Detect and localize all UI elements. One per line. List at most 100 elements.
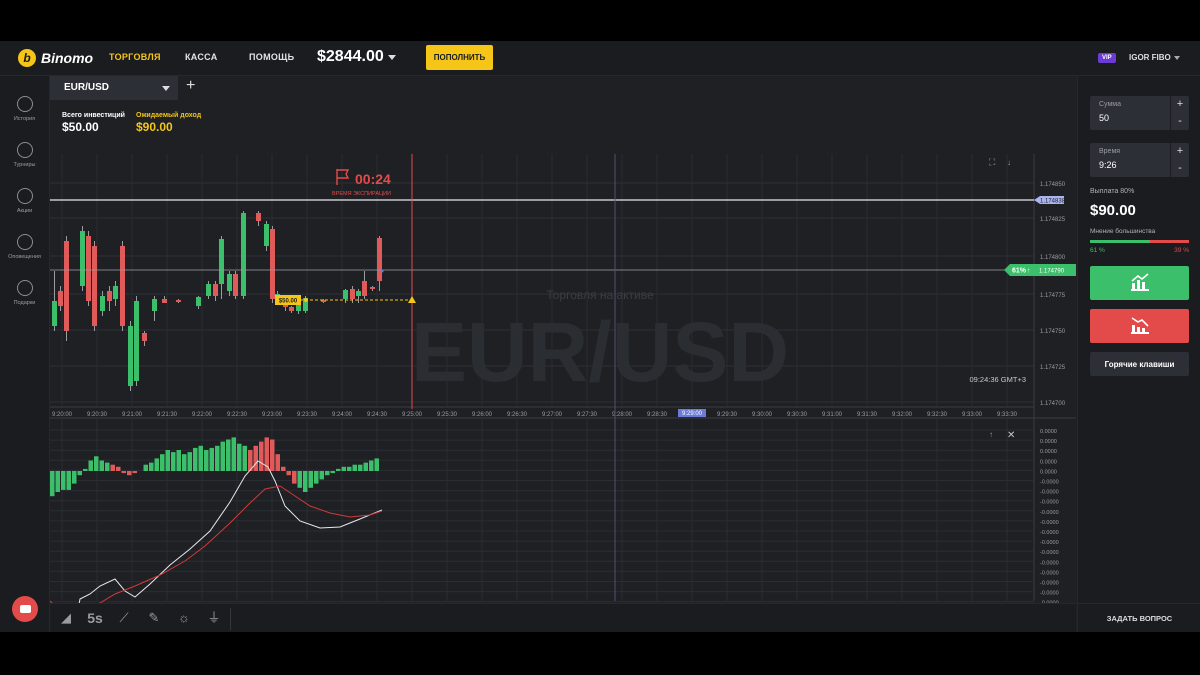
- time-axis-label: 9:30:00: [752, 412, 773, 418]
- time-value[interactable]: 9:26: [1099, 160, 1117, 170]
- indicator-axis-label: -0.0000: [1040, 530, 1059, 536]
- candle-body: [92, 246, 97, 326]
- chart-type-icon[interactable]: ◢: [58, 610, 74, 626]
- time-axis-label: 9:26:00: [472, 412, 493, 418]
- histogram-bar: [88, 460, 93, 471]
- minus-icon[interactable]: -: [1171, 113, 1189, 130]
- plus-icon[interactable]: +: [1171, 96, 1189, 113]
- histogram-bar: [72, 471, 77, 484]
- histogram-bar: [231, 437, 236, 471]
- histogram-bar: [154, 458, 159, 471]
- price-axis-label: 1.174700: [1040, 401, 1066, 407]
- candle-body: [128, 326, 133, 386]
- histogram-bar: [127, 471, 132, 476]
- price-axis-label: 1.174838: [1040, 199, 1066, 205]
- candle-body: [256, 213, 261, 221]
- candle-body: [113, 286, 118, 299]
- time-axis-label: 9:21:30: [157, 412, 178, 418]
- time-axis-label: 9:31:30: [857, 412, 878, 418]
- chart-overlays: Торговля на активе EUR/USD 1.174838 00:24 ВР…: [50, 154, 1076, 601]
- plus-icon[interactable]: +: [1171, 143, 1189, 160]
- time-axis-label: 9:28:30: [647, 412, 668, 418]
- amount-stepper: + -: [1170, 96, 1189, 130]
- chart-up-icon: [1130, 273, 1149, 291]
- candle-body: [120, 246, 125, 326]
- candle-body: [219, 239, 224, 284]
- price-axis-label: 1.174775: [1040, 293, 1066, 299]
- ask-question-button[interactable]: ЗАДАТЬ ВОПРОС: [1077, 603, 1200, 632]
- indicator-axis-label: -0.0000: [1040, 560, 1059, 566]
- opinion-label: Мнение большинства: [1090, 228, 1156, 235]
- candle-body: [343, 290, 348, 299]
- amount-value[interactable]: 50: [1099, 113, 1109, 123]
- vip-badge: VIP: [1098, 53, 1116, 63]
- histogram-bar: [110, 464, 115, 471]
- time-stepper: + -: [1170, 143, 1189, 177]
- candle-body: [162, 299, 167, 303]
- candle-body: [350, 289, 355, 299]
- histogram-bar: [198, 445, 203, 471]
- histogram-bar: [325, 471, 330, 476]
- opinion-down-pct: 39 %: [1174, 247, 1189, 254]
- indicator-axis-label: -0.0000: [1040, 520, 1059, 526]
- indicator-axis-label: -0.0000: [1040, 510, 1059, 516]
- time-axis-label: 9:27:00: [542, 412, 563, 418]
- timeframe-button[interactable]: 5s: [84, 610, 106, 626]
- histogram-bar: [55, 471, 60, 492]
- opinion-bar: [1090, 240, 1189, 243]
- time-axis-label: 9:25:30: [437, 412, 458, 418]
- histogram-bar: [204, 450, 209, 471]
- candle-body: [64, 241, 69, 331]
- amount-field[interactable]: Сумма 50 + -: [1090, 96, 1189, 130]
- histogram-bar: [165, 450, 170, 471]
- candle-body: [107, 291, 112, 301]
- indicators-icon[interactable]: ⟋: [116, 610, 132, 626]
- time-axis-label: 9:20:00: [52, 412, 73, 418]
- buy-up-button[interactable]: [1090, 266, 1189, 300]
- minus-icon[interactable]: -: [1171, 160, 1189, 177]
- theme-icon[interactable]: ☼: [176, 610, 192, 626]
- bet-arrow-icon: [408, 296, 416, 303]
- arrow-up-icon: ↑: [989, 430, 993, 439]
- histogram-bar: [61, 471, 66, 490]
- price-axis-label: 1.174800: [1040, 255, 1066, 261]
- histogram-bar: [286, 471, 291, 476]
- drawings-icon[interactable]: ✎: [146, 610, 162, 626]
- candle-body: [227, 274, 232, 291]
- candle-body: [206, 284, 211, 296]
- indicator-axis-label: -0.0000: [1040, 490, 1059, 496]
- candle-body: [289, 307, 294, 311]
- histogram-bar: [193, 447, 198, 471]
- hotkeys-button[interactable]: Горячие клавиши: [1090, 352, 1189, 376]
- sell-down-button[interactable]: [1090, 309, 1189, 343]
- indicator-axis-label: 0.0000: [1040, 449, 1057, 455]
- indicator-axis-label: 0.0000: [1040, 439, 1057, 445]
- histogram-bar: [374, 458, 379, 471]
- opinion-bar-up: [1090, 240, 1151, 243]
- expiry-timer: 00:24: [355, 171, 391, 187]
- histogram-bar: [187, 452, 192, 471]
- candle-body: [377, 238, 382, 281]
- histogram-bar: [330, 471, 335, 474]
- chart-down-icon: [1130, 317, 1149, 334]
- histogram-bar: [132, 471, 137, 474]
- indicator-axis-label: -0.0000: [1040, 550, 1059, 556]
- opinion-up-pct: 61 %: [1090, 247, 1105, 254]
- histogram-bar: [341, 466, 346, 471]
- plugins-icon[interactable]: ⏚: [206, 610, 222, 626]
- bet-entry-point: [304, 298, 308, 302]
- histogram-bar: [297, 471, 302, 488]
- indicator-axis-label: 0.0000: [1040, 469, 1057, 475]
- live-price-arrow: ↑: [1027, 268, 1031, 275]
- price-chart[interactable]: 1.174850 1.174825 1.174800 1.174775 1.174750…: [0, 41, 1076, 603]
- price-axis-label: 1.174725: [1040, 365, 1066, 371]
- price-axis-label: 1.174750: [1040, 329, 1066, 335]
- histogram-bar: [270, 439, 275, 471]
- time-axis-label: 9:22:30: [227, 412, 248, 418]
- chevron-down-icon[interactable]: [1174, 56, 1180, 60]
- time-field[interactable]: Время 9:26 + -: [1090, 143, 1189, 177]
- time-axis-label: 9:22:00: [192, 412, 213, 418]
- histogram-bar: [303, 471, 308, 492]
- user-name[interactable]: IGOR FIBO: [1129, 53, 1171, 62]
- price-axis-label: 1.174850: [1040, 182, 1066, 188]
